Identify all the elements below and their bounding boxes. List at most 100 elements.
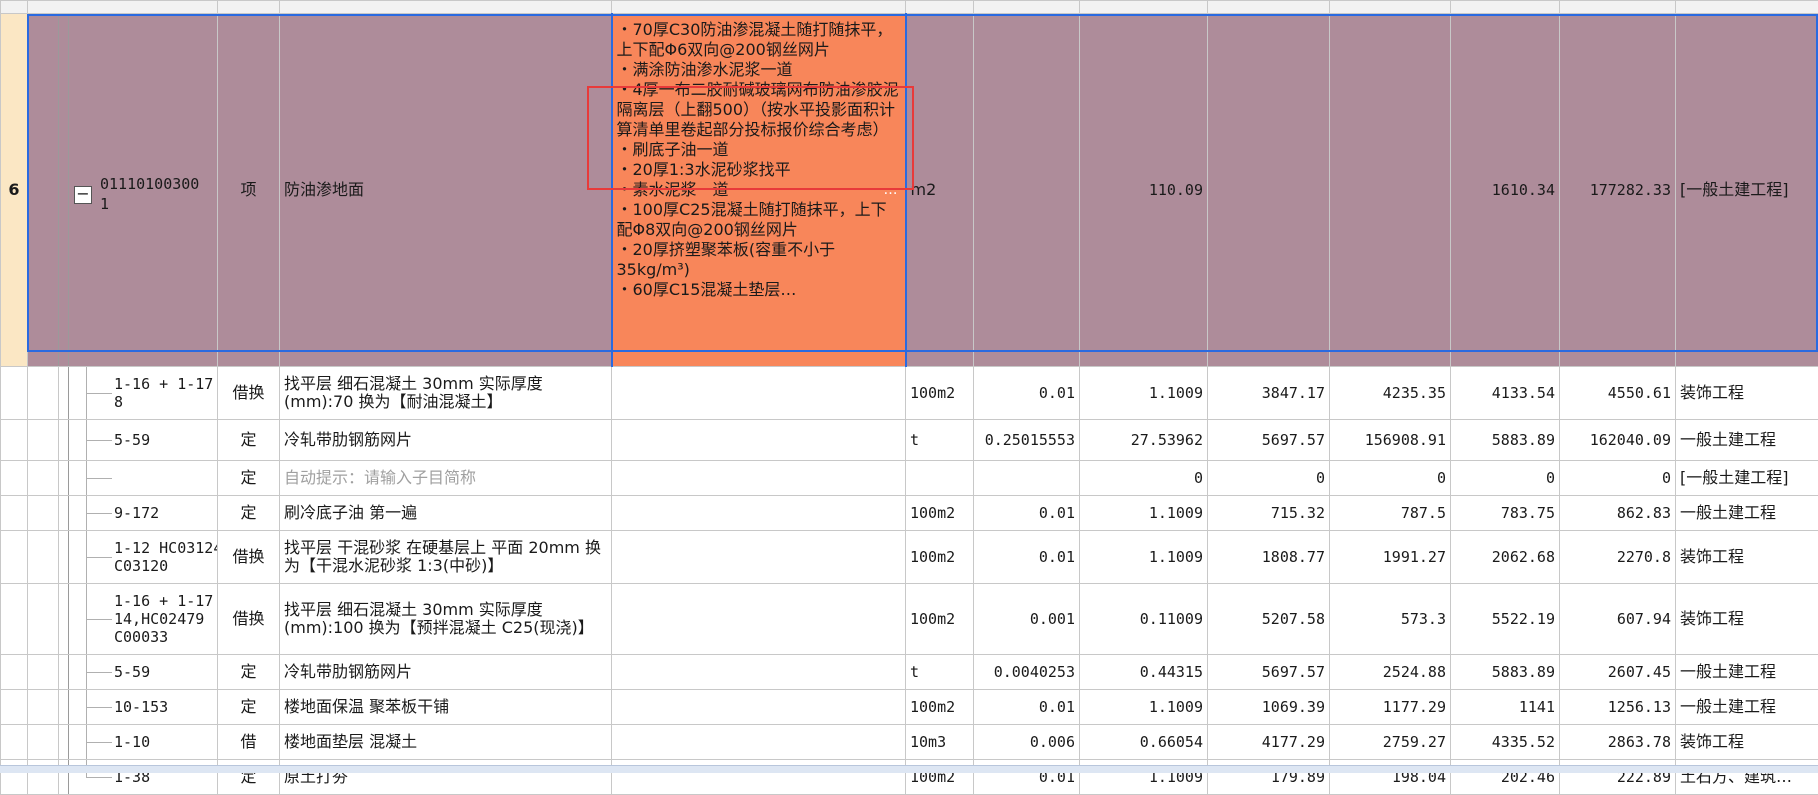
quota-specialty[interactable]: 一般土建工程 <box>1676 690 1818 725</box>
quota-total[interactable]: 156908.91 <box>1330 420 1451 461</box>
quota-code[interactable]: 9-172 <box>28 496 218 531</box>
quota-content[interactable]: 0.01 <box>974 367 1080 420</box>
quota-unit-price[interactable]: 3847.17 <box>1208 367 1330 420</box>
quota-unit-price[interactable]: 5697.57 <box>1208 420 1330 461</box>
quota-composite-total[interactable]: 4550.61 <box>1560 367 1676 420</box>
quota-feature[interactable] <box>612 461 906 496</box>
row-number[interactable] <box>1 584 28 655</box>
quota-category[interactable]: 借换 <box>218 531 280 584</box>
quota-content[interactable]: 0.006 <box>974 725 1080 760</box>
quota-category[interactable]: 借 <box>218 725 280 760</box>
quota-total[interactable]: 0 <box>1330 461 1451 496</box>
quota-quantity[interactable]: 1.1009 <box>1080 367 1208 420</box>
row-number[interactable] <box>1 367 28 420</box>
item-specialty[interactable]: [一般土建工程] <box>1676 14 1818 367</box>
quota-row[interactable]: 1-10借楼地面垫层 混凝土10m30.0060.660544177.29275… <box>1 725 1818 760</box>
quota-specialty[interactable]: 一般土建工程 <box>1676 420 1818 461</box>
quota-total[interactable]: 787.5 <box>1330 496 1451 531</box>
quota-row[interactable]: 定自动提示：请输入子目简称00000[一般土建工程] <box>1 461 1818 496</box>
quota-unit[interactable] <box>906 461 974 496</box>
quota-row[interactable]: 1-16 + 1-17 * 8借换找平层 细石混凝土 30mm 实际厚度(mm)… <box>1 367 1818 420</box>
quota-unit[interactable]: 10m3 <box>906 725 974 760</box>
quota-code[interactable]: 1-10 <box>28 725 218 760</box>
quota-specialty[interactable]: 装饰工程 <box>1676 725 1818 760</box>
quota-feature[interactable] <box>612 531 906 584</box>
quota-total[interactable]: 1177.29 <box>1330 690 1451 725</box>
quota-name[interactable]: 找平层 细石混凝土 30mm 实际厚度(mm):100 换为【预拌混凝土 C25… <box>280 584 612 655</box>
quota-quantity[interactable]: 0 <box>1080 461 1208 496</box>
quota-unit-price[interactable]: 0 <box>1208 461 1330 496</box>
quota-unit-price[interactable]: 1808.77 <box>1208 531 1330 584</box>
quota-quantity[interactable]: 1.1009 <box>1080 496 1208 531</box>
quota-unit-price[interactable]: 5697.57 <box>1208 655 1330 690</box>
quota-unit[interactable]: 100m2 <box>906 367 974 420</box>
quota-composite-price[interactable]: 5883.89 <box>1451 420 1560 461</box>
quota-row[interactable]: 1-12 HC03124 C03120借换找平层 干混砂浆 在硬基层上 平面 2… <box>1 531 1818 584</box>
row-number[interactable]: 6 <box>1 14 28 367</box>
quota-quantity[interactable]: 27.53962 <box>1080 420 1208 461</box>
quota-content[interactable]: 0.01 <box>974 496 1080 531</box>
quota-feature[interactable] <box>612 655 906 690</box>
quota-code[interactable]: 5-59 <box>28 420 218 461</box>
item-composite-total[interactable]: 177282.33 <box>1560 14 1676 367</box>
item-feature-cell[interactable]: ・70厚C30防油渗混凝土随打随抹平，上下配Φ6双向@200钢丝网片・满涂防油渗… <box>612 14 906 367</box>
item-unit-price[interactable] <box>1208 14 1330 367</box>
quota-composite-total[interactable]: 862.83 <box>1560 496 1676 531</box>
quota-total[interactable]: 4235.35 <box>1330 367 1451 420</box>
collapse-toggle-icon[interactable]: − <box>74 186 92 204</box>
quota-content[interactable]: 0.0040253 <box>974 655 1080 690</box>
quota-quantity[interactable]: 1.1009 <box>1080 690 1208 725</box>
quota-total[interactable]: 2759.27 <box>1330 725 1451 760</box>
quota-feature[interactable] <box>612 584 906 655</box>
quota-content[interactable] <box>974 461 1080 496</box>
quota-content[interactable]: 0.25015553 <box>974 420 1080 461</box>
quota-feature[interactable] <box>612 420 906 461</box>
item-total[interactable] <box>1330 14 1451 367</box>
quota-composite-total[interactable]: 2863.78 <box>1560 725 1676 760</box>
quota-name[interactable]: 楼地面保温 聚苯板干铺 <box>280 690 612 725</box>
quota-code[interactable]: 1-12 HC03124 C03120 <box>28 531 218 584</box>
quota-quantity[interactable]: 0.11009 <box>1080 584 1208 655</box>
row-number[interactable] <box>1 461 28 496</box>
item-category[interactable]: 项 <box>218 14 280 367</box>
quota-content[interactable]: 0.01 <box>974 690 1080 725</box>
quota-row[interactable]: 9-172定刷冷底子油 第一遍100m20.011.1009715.32787.… <box>1 496 1818 531</box>
quota-row[interactable]: 5-59定冷轧带肋钢筋网片t0.2501555327.539625697.571… <box>1 420 1818 461</box>
quota-composite-total[interactable]: 607.94 <box>1560 584 1676 655</box>
quota-total[interactable]: 2524.88 <box>1330 655 1451 690</box>
quota-unit[interactable]: 100m2 <box>906 690 974 725</box>
quota-feature[interactable] <box>612 496 906 531</box>
quota-composite-total[interactable]: 162040.09 <box>1560 420 1676 461</box>
quota-code[interactable]: 10-153 <box>28 690 218 725</box>
quota-composite-price[interactable]: 783.75 <box>1451 496 1560 531</box>
quota-quantity[interactable]: 0.44315 <box>1080 655 1208 690</box>
quota-specialty[interactable]: 一般土建工程 <box>1676 655 1818 690</box>
quota-name[interactable]: 楼地面垫层 混凝土 <box>280 725 612 760</box>
quota-name[interactable]: 找平层 干混砂浆 在硬基层上 平面 20mm 换为【干混水泥砂浆 1:3(中砂)… <box>280 531 612 584</box>
quota-composite-price[interactable]: 5522.19 <box>1451 584 1560 655</box>
item-quantity[interactable]: 110.09 <box>1080 14 1208 367</box>
quota-unit[interactable]: 100m2 <box>906 496 974 531</box>
item-name[interactable]: 防油渗地面 <box>280 14 612 367</box>
quota-composite-price[interactable]: 1141 <box>1451 690 1560 725</box>
row-number[interactable] <box>1 655 28 690</box>
quota-unit[interactable]: 100m2 <box>906 531 974 584</box>
quota-feature[interactable] <box>612 725 906 760</box>
more-button[interactable]: … <box>884 180 899 200</box>
quota-composite-total[interactable]: 2607.45 <box>1560 655 1676 690</box>
quota-composite-price[interactable]: 0 <box>1451 461 1560 496</box>
row-number[interactable] <box>1 725 28 760</box>
row-number[interactable] <box>1 496 28 531</box>
quota-specialty[interactable]: 装饰工程 <box>1676 531 1818 584</box>
quota-composite-price[interactable]: 2062.68 <box>1451 531 1560 584</box>
quota-category[interactable]: 定 <box>218 461 280 496</box>
quota-code[interactable]: 5-59 <box>28 655 218 690</box>
quota-composite-total[interactable]: 0 <box>1560 461 1676 496</box>
quota-specialty[interactable]: 装饰工程 <box>1676 584 1818 655</box>
quota-composite-total[interactable]: 2270.8 <box>1560 531 1676 584</box>
quota-composite-price[interactable]: 4133.54 <box>1451 367 1560 420</box>
bill-item-row[interactable]: 6 − 01110100300 1 项 防油渗地面 ・70厚C30防油渗混凝土随… <box>1 14 1818 367</box>
quota-specialty[interactable]: [一般土建工程] <box>1676 461 1818 496</box>
quota-unit[interactable]: 100m2 <box>906 584 974 655</box>
quota-quantity[interactable]: 1.1009 <box>1080 531 1208 584</box>
